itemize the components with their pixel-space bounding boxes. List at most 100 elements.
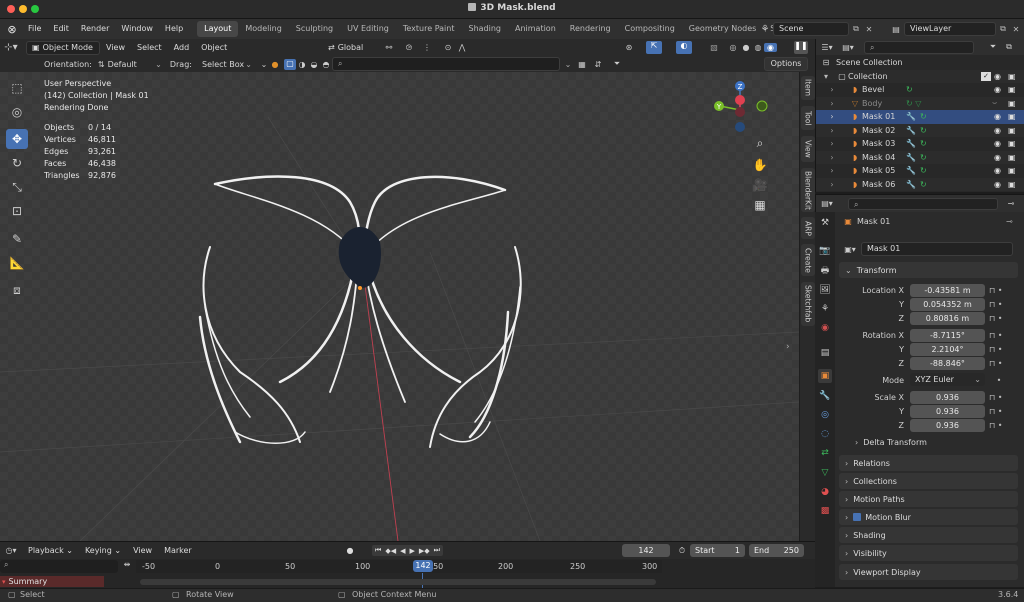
scene-tab-icon[interactable]: ⚘ <box>818 302 832 316</box>
object-datablock-icon[interactable]: ▣▾ <box>841 245 859 254</box>
select-mode-subtract-icon[interactable]: ◒ <box>308 60 320 69</box>
shading-material-icon[interactable]: ◍ <box>752 43 764 52</box>
tab-animation[interactable]: Animation <box>508 21 563 37</box>
outliner-item-body[interactable]: › ▽ Body ↻ ▽ ⌣ ▣ <box>816 96 1024 110</box>
delete-view-layer-icon[interactable]: ✕ <box>1010 25 1022 34</box>
lock-icon[interactable]: ⊓ • <box>989 298 1019 312</box>
tab-rendering[interactable]: Rendering <box>563 21 618 37</box>
mode-dropdown[interactable]: ▣ Object Mode <box>26 40 100 55</box>
options-dropdown[interactable]: Options <box>764 57 808 71</box>
relations-panel-header[interactable]: › Relations <box>839 455 1018 471</box>
shading-rendered-icon[interactable]: ◉ <box>764 43 777 52</box>
gizmo-neg-y-ball[interactable] <box>756 100 768 112</box>
rotate-tool[interactable]: ↻ <box>6 153 28 173</box>
navigation-gizmo[interactable]: Z Y <box>710 78 770 140</box>
lock-icon[interactable]: ⊓ • <box>989 284 1019 298</box>
timeline-search-input[interactable]: ⌕ <box>0 560 118 573</box>
zoom-icon[interactable]: ⌕ <box>751 136 769 154</box>
location-z-field[interactable]: 0.80816 m <box>910 312 985 325</box>
next-keyframe-icon[interactable]: ▶◆ <box>419 547 430 555</box>
select-mode-new-icon[interactable]: ▢ <box>283 58 296 70</box>
menu-window[interactable]: Window <box>115 19 159 39</box>
camera-render-icon[interactable]: ▣ <box>1008 112 1016 121</box>
gizmo-neg-x-ball[interactable] <box>735 107 745 117</box>
eye-closed-icon[interactable]: ⌣ <box>992 98 997 108</box>
display-mode-icon[interactable]: ▦ <box>576 60 588 69</box>
material-tab-icon[interactable]: ◕ <box>818 485 832 499</box>
menu-render[interactable]: Render <box>75 19 115 39</box>
outliner-item-mask-01[interactable]: › ◗ Mask 01 🔧 ↻ ◉ ▣ <box>816 110 1024 124</box>
visibility-panel-header[interactable]: › Visibility <box>839 545 1018 561</box>
camera-render-icon[interactable]: ▣ <box>1008 166 1016 175</box>
object-name-field[interactable]: Mask 01 <box>861 242 1013 256</box>
side-tab-tool[interactable]: Tool <box>801 106 815 130</box>
motion-blur-checkbox[interactable] <box>853 513 862 521</box>
tab-compositing[interactable]: Compositing <box>618 21 682 37</box>
tab-layout[interactable]: Layout <box>197 21 239 37</box>
tab-uv-editing[interactable]: UV Editing <box>340 21 396 37</box>
outliner-collection[interactable]: ▾ ▢ Collection ✓ ◉ ▣ <box>816 69 1024 83</box>
annotate-tool[interactable]: ✎ <box>6 229 28 249</box>
lock-icon[interactable]: ⊓ • <box>989 312 1019 326</box>
filter-icon[interactable]: ⏷ <box>610 59 624 69</box>
eye-icon[interactable]: ◉ <box>994 72 1001 81</box>
outliner-item-mask-04[interactable]: › ◗ Mask 04 🔧 ↻ ◉ ▣ <box>816 150 1024 164</box>
tab-sculpting[interactable]: Sculpting <box>289 21 340 37</box>
camera-render-icon[interactable]: ▣ <box>1008 153 1016 162</box>
view-layer-field[interactable]: ViewLayer <box>904 22 996 36</box>
rotation-y-field[interactable]: 2.2104° <box>910 343 985 356</box>
select-box-tool[interactable]: ⬚ <box>6 78 28 98</box>
material-ball-icon[interactable]: ● <box>270 60 280 69</box>
side-tab-sketchfab[interactable]: Sketchfab <box>801 282 815 326</box>
snap-target-icon[interactable]: ⋮ <box>420 43 434 52</box>
transform-tool[interactable]: ⊡ <box>6 201 28 221</box>
start-frame-field[interactable]: Start 1 <box>690 544 745 557</box>
timeline-menu-keying[interactable]: Keying ⌄ <box>79 541 127 561</box>
shading-solid-icon[interactable]: ● <box>740 43 752 52</box>
side-tab-create[interactable]: Create <box>801 244 815 276</box>
scale-z-field[interactable]: 0.936 <box>910 419 985 432</box>
pivot-icon[interactable]: ⚯ <box>380 43 398 52</box>
camera-render-icon[interactable]: ▣ <box>1008 72 1016 81</box>
display-mode-icon[interactable]: ▤▾ <box>838 43 858 52</box>
editor-type-icon[interactable]: ⊹▾ <box>0 42 22 53</box>
scale-tool[interactable]: ⤡ <box>6 177 28 197</box>
eye-icon[interactable]: ◉ <box>994 180 1001 189</box>
shading-wireframe-icon[interactable]: ◎ <box>727 43 739 52</box>
measure-tool[interactable]: 📐 <box>6 253 28 273</box>
timeline-menu-playback[interactable]: Playback ⌄ <box>22 541 79 561</box>
sync-arrows-icon[interactable]: ⇹ <box>120 560 134 569</box>
snap-icon[interactable]: ⧁ <box>402 43 416 53</box>
drag-dropdown[interactable]: Select Box ⌄ <box>202 60 252 69</box>
vp-menu-object[interactable]: Object <box>195 38 233 58</box>
gizmo-neg-z-ball[interactable] <box>735 122 745 132</box>
lock-icon[interactable]: ⊓ • <box>989 419 1019 433</box>
frame-ruler[interactable]: -50 0 50 100 150 200 250 300 142 <box>136 560 662 573</box>
modifier-tab-icon[interactable]: 🔧 <box>818 389 832 403</box>
properties-search-input[interactable]: ⌕ <box>848 197 998 210</box>
location-x-field[interactable]: -0.43581 m <box>910 284 985 297</box>
render-tab-icon[interactable]: 📷 <box>818 244 832 258</box>
physics-tab-icon[interactable]: ◌ <box>818 427 832 441</box>
summary-channel[interactable]: ▾ Summary <box>0 576 104 587</box>
viewport-display-panel-header[interactable]: › Viewport Display <box>839 564 1018 580</box>
xray-icon[interactable]: ▧ <box>708 43 720 52</box>
eye-icon[interactable]: ◉ <box>994 85 1001 94</box>
select-mode-extend-icon[interactable]: ◑ <box>296 60 308 69</box>
gizmo-x-ball[interactable] <box>735 95 745 105</box>
side-tab-item[interactable]: Item <box>801 76 815 100</box>
view-layer-tab-icon[interactable]: 🖼 <box>818 283 832 297</box>
outliner-item-mask-06[interactable]: › ◗ Mask 06 🔧 ↻ ◉ ▣ <box>816 177 1024 191</box>
stopwatch-icon[interactable]: ⏱ <box>676 546 688 556</box>
playhead-frame-label[interactable]: 142 <box>413 560 433 572</box>
falloff-icon[interactable]: ⋀ <box>456 43 468 52</box>
chevron-down-icon[interactable]: ⌄ <box>258 60 270 69</box>
outliner-scene-collection[interactable]: ⊟ Scene Collection <box>816 56 1024 70</box>
play-reverse-icon[interactable]: ◀ <box>400 547 405 555</box>
select-mode-invert-icon[interactable]: ◓ <box>320 60 332 69</box>
eye-icon[interactable]: ◉ <box>994 112 1001 121</box>
jump-end-icon[interactable]: ⏭ <box>434 546 440 555</box>
outliner-item-bevel[interactable]: › ◗ Bevel ↻ ◉ ▣ <box>816 83 1024 97</box>
rotation-mode-dropdown[interactable]: XYZ Euler ⌄ <box>910 373 985 386</box>
rotation-x-field[interactable]: -8.7115° <box>910 329 985 342</box>
